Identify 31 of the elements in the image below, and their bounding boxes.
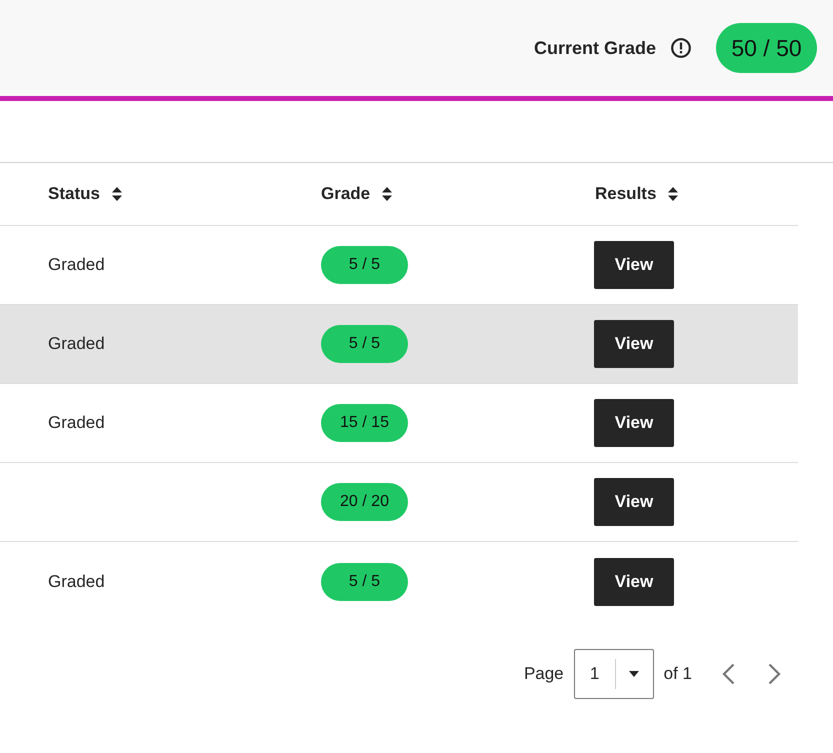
view-button[interactable]: View [594,399,674,447]
column-header[interactable]: Status [48,181,122,207]
grade-pill: 5 / 5 [321,325,408,363]
page-total: of 1 [664,663,692,686]
page-label: Page [524,663,564,686]
view-button[interactable]: View [594,558,674,606]
view-button[interactable]: View [594,320,674,368]
grade-pill: 15 / 15 [321,404,408,442]
sort-icon [382,187,392,201]
status-text: Graded [48,413,105,432]
previous-page-button[interactable] [721,662,736,686]
column-header[interactable]: Results [595,181,678,207]
status-text: Graded [48,334,105,353]
status-text: Graded [48,572,105,590]
sort-icon [112,187,122,201]
status-text: Graded [48,255,105,274]
view-button[interactable]: View [594,241,674,289]
chevron-right-icon [768,663,781,685]
column-header[interactable]: Grade [321,181,392,207]
grade-pill: 5 / 5 [321,562,408,600]
exclamation-circle-icon [671,38,691,58]
chevron-left-icon [722,663,735,685]
grade-pill: 5 / 5 [321,246,408,284]
next-page-button[interactable] [767,662,782,686]
grade-pill: 50 / 50 [716,23,817,73]
grade-pill: 20 / 20 [321,483,408,521]
sort-icon [668,187,678,201]
page-select[interactable]: 1 [574,649,654,699]
view-button[interactable]: View [594,478,674,526]
current-grade-label: Current Grade [534,36,656,60]
caret-down-icon [628,671,639,677]
